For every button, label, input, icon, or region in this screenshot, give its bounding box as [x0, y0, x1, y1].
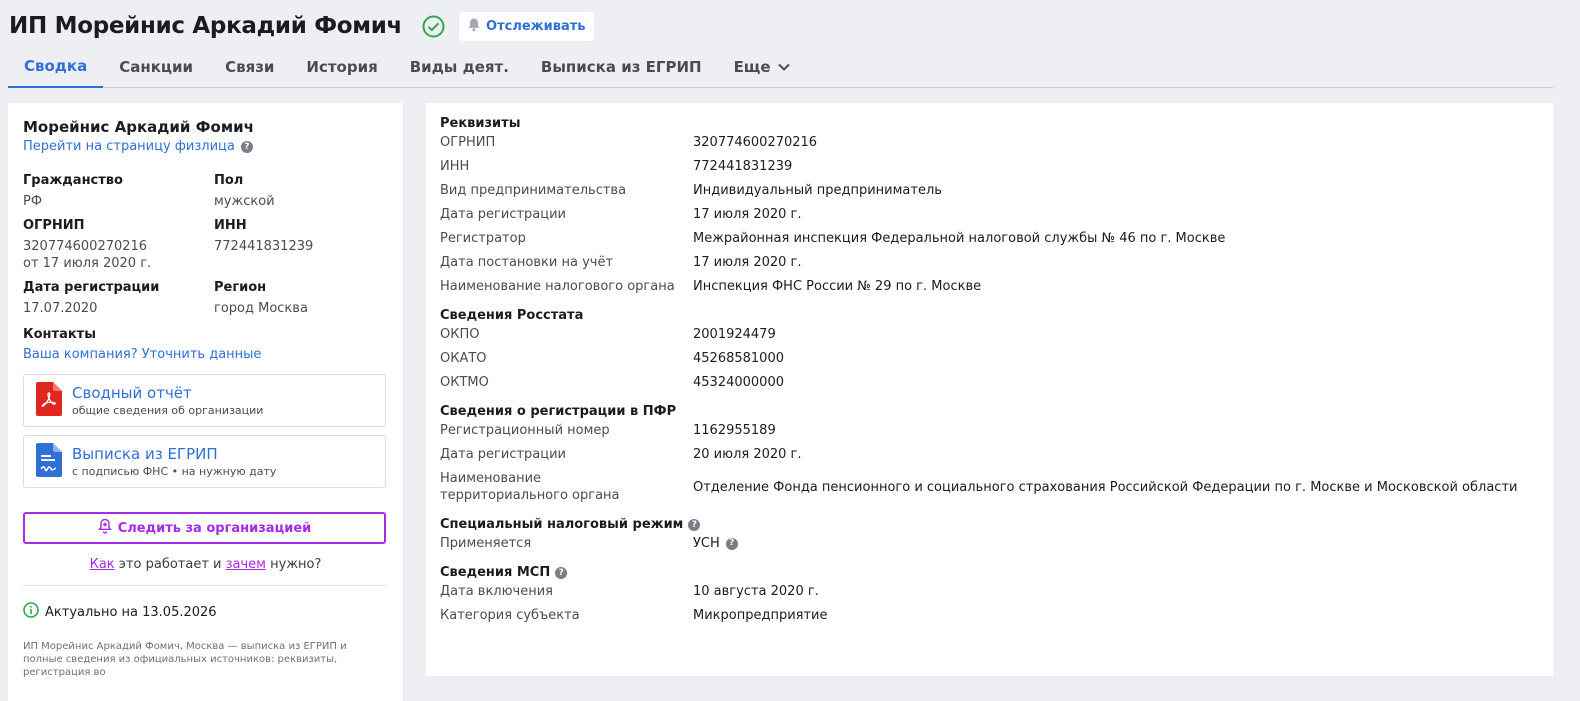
detail-row: Дата регистрации 17 июля 2020 г.: [440, 207, 802, 222]
tab-egrip-extract[interactable]: Выписка из ЕГРИП: [525, 45, 718, 88]
tab-summary[interactable]: Сводка: [8, 45, 104, 88]
bell-plus-icon: [97, 518, 112, 538]
info-icon: [23, 602, 39, 622]
person-name: Морейнис Аркадий Фомич: [23, 118, 254, 136]
regdate-label: Дата регистрации: [23, 280, 160, 295]
inn-value: 772441831239: [214, 239, 314, 254]
verified-check-icon: [422, 15, 445, 38]
footnote: ИП Морейнис Аркадий Фомич, Москва — выпи…: [23, 641, 347, 678]
egrip-extract-title: Выписка из ЕГРИП: [72, 445, 218, 463]
detail-row: ИНН 772441831239: [440, 159, 793, 174]
help-icon[interactable]: ?: [725, 537, 738, 550]
detail-row: Вид предпринимательства Индивидуальный пр…: [440, 183, 942, 198]
section-title: Специальный налоговый режим?: [440, 517, 1539, 532]
detail-row: Регистрационный номер 1162955189: [440, 423, 776, 438]
ogrnip-value: 320774600270216: [23, 239, 148, 254]
section-title: Сведения МСП?: [440, 565, 1539, 580]
pfr-section: Сведения о регистрации в ПФР Регистрацио…: [440, 404, 1539, 504]
tab-connections[interactable]: Связи: [209, 45, 290, 88]
actual-date: Актуально на 13.05.2026: [23, 602, 388, 622]
summary-report-card[interactable]: Сводный отчёт общие сведения об организа…: [23, 374, 386, 427]
tab-activities[interactable]: Виды деят.: [394, 45, 525, 88]
how-it-works: Как это работает и зачем нужно?: [89, 557, 322, 572]
tab-sanctions[interactable]: Санкции: [103, 45, 209, 88]
detail-row: Дата постановки на учёт 17 июля 2020 г.: [440, 255, 802, 270]
update-data-link[interactable]: Ваша компания? Уточнить данные: [23, 347, 388, 362]
watch-organization-button[interactable]: Следить за организацией: [23, 512, 386, 544]
follow-button[interactable]: Отслеживать: [459, 11, 595, 41]
gender-label: Пол: [214, 173, 244, 188]
detail-row: Наименование территориального органа Отде…: [440, 471, 1518, 503]
gender-value: мужской: [214, 194, 275, 209]
detail-row: Дата регистрации 20 июля 2020 г.: [440, 447, 802, 462]
detail-row: Дата включения 10 августа 2020 г.: [440, 584, 819, 599]
detail-row: ОКПО 2001924479: [440, 327, 776, 342]
ogrnip-label: ОГРНИП: [23, 218, 85, 233]
person-details: Гражданство РФ Пол мужской ОГРНИП 320774…: [23, 173, 388, 317]
bell-icon: [467, 17, 481, 36]
rosstat-section: Сведения Росстата ОКПО 2001924479 ОКАТО 45…: [440, 308, 1539, 391]
signed-document-icon: [36, 442, 62, 481]
tab-bar: Сводка Санкции Связи История Виды деят. …: [8, 45, 1553, 88]
tax-regime-section: Специальный налоговый режим? Применяется…: [440, 517, 1539, 552]
why-link[interactable]: зачем: [226, 557, 266, 572]
page-title: ИП Морейнис Аркадий Фомич: [9, 13, 403, 39]
help-icon[interactable]: ?: [240, 140, 253, 153]
summary-report-title: Сводный отчёт: [72, 384, 192, 402]
egrip-extract-card[interactable]: Выписка из ЕГРИП с подписью ФНС • на нуж…: [23, 435, 386, 488]
actual-date-text: Актуально на 13.05.2026: [45, 604, 217, 620]
detail-row: ОГРНИП 320774600270216: [440, 135, 818, 150]
requisites-section: Реквизиты ОГРНИП 320774600270216 ИНН 77244…: [440, 116, 1539, 295]
region-label: Регион: [214, 280, 267, 295]
section-title: Сведения Росстата: [440, 308, 584, 323]
summary-card: Морейнис Аркадий Фомич Перейти на страни…: [8, 103, 403, 701]
contacts-label: Контакты: [23, 327, 96, 342]
detail-row: Наименование налогового органа Инспекция …: [440, 279, 982, 294]
details-panel: Реквизиты ОГРНИП 320774600270216 ИНН 77244…: [426, 103, 1553, 676]
how-link[interactable]: Как: [90, 557, 115, 572]
ogrnip-date: от 17 июля 2020 г.: [23, 256, 152, 271]
follow-button-label: Отслеживать: [486, 18, 586, 34]
msp-section: Сведения МСП? Дата включения 10 августа 2…: [440, 565, 1539, 624]
region-value: город Москва: [214, 301, 308, 316]
detail-row: Регистратор Межрайонная инспекция Федерал…: [440, 231, 1226, 246]
divider: [23, 585, 386, 586]
detail-row: ОКТМО 45324000000: [440, 375, 784, 390]
detail-row: Применяется УСН?: [440, 535, 1539, 552]
egrip-extract-sub: с подписью ФНС • на нужную дату: [72, 465, 277, 478]
watch-button-label: Следить за организацией: [117, 520, 312, 536]
section-title: Сведения о регистрации в ПФР: [440, 404, 677, 419]
section-title: Реквизиты: [440, 116, 521, 131]
help-icon[interactable]: ?: [688, 518, 701, 531]
citizenship-label: Гражданство: [23, 173, 123, 188]
tab-history[interactable]: История: [290, 45, 393, 88]
chevron-down-icon: [777, 46, 791, 88]
summary-report-sub: общие сведения об организации: [72, 404, 264, 417]
pdf-icon: [36, 381, 62, 420]
detail-row: ОКАТО 45268581000: [440, 351, 784, 366]
help-icon[interactable]: ?: [555, 566, 568, 579]
tab-more[interactable]: Еще: [718, 45, 807, 88]
regdate-value: 17.07.2020: [23, 301, 98, 316]
detail-row: Категория субъекта Микропредприятие: [440, 608, 828, 623]
citizenship-value: РФ: [23, 194, 43, 209]
page-header: ИП Морейнис Аркадий Фомич Отслеживать: [9, 8, 595, 44]
person-page-link[interactable]: Перейти на страницу физлица: [23, 139, 235, 154]
inn-label: ИНН: [214, 218, 247, 233]
